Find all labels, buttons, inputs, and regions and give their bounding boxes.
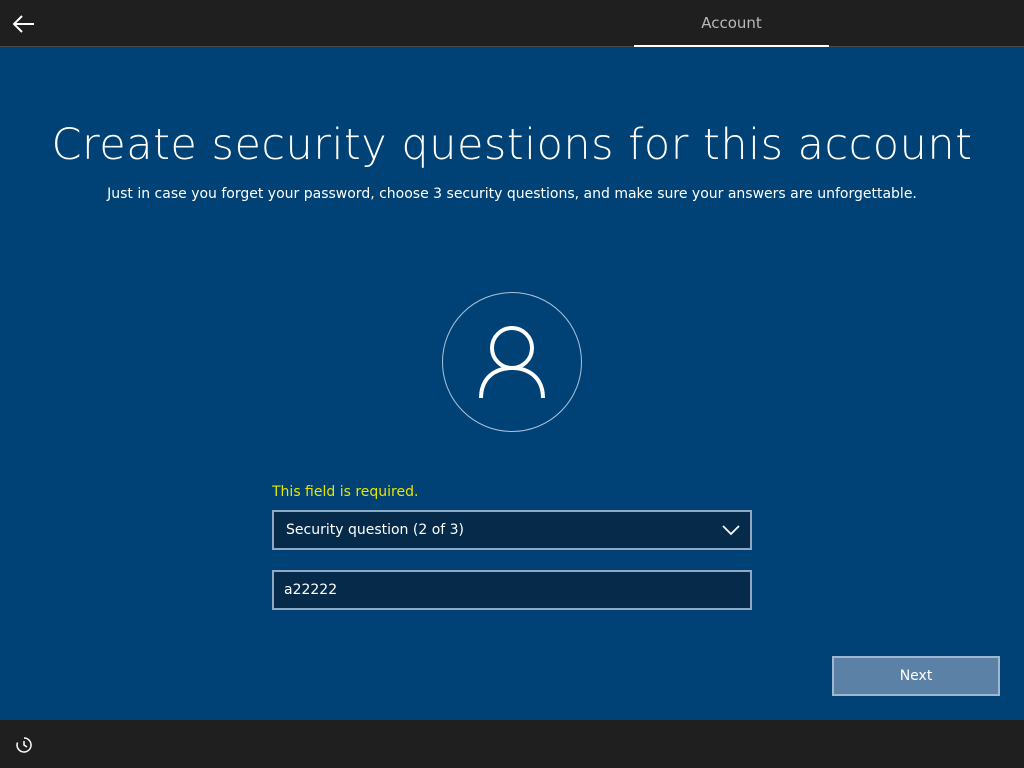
ease-of-access-icon bbox=[16, 737, 32, 753]
tab-account-label: Account bbox=[701, 13, 762, 32]
chevron-down-icon bbox=[722, 525, 740, 536]
dropdown-selected-value: Security question (2 of 3) bbox=[286, 522, 465, 538]
user-icon bbox=[479, 326, 545, 399]
avatar bbox=[442, 292, 582, 432]
next-button[interactable]: Next bbox=[832, 656, 1000, 696]
arrow-left-icon bbox=[13, 15, 34, 33]
ease-of-access-button[interactable] bbox=[14, 735, 34, 755]
security-question-dropdown[interactable]: Security question (2 of 3) bbox=[272, 510, 752, 550]
main-panel: Create security questions for this accou… bbox=[0, 48, 1024, 757]
security-answer-field[interactable] bbox=[272, 570, 752, 610]
page-title: Create security questions for this accou… bbox=[51, 120, 973, 170]
back-button[interactable] bbox=[10, 10, 38, 38]
bottom-bar bbox=[0, 720, 1024, 768]
top-bar: Account bbox=[0, 0, 1024, 47]
error-message: This field is required. bbox=[272, 484, 419, 500]
next-button-label: Next bbox=[899, 668, 933, 684]
tab-account: Account bbox=[634, 0, 829, 47]
page-subtitle: Just in case you forget your password, c… bbox=[107, 186, 917, 202]
